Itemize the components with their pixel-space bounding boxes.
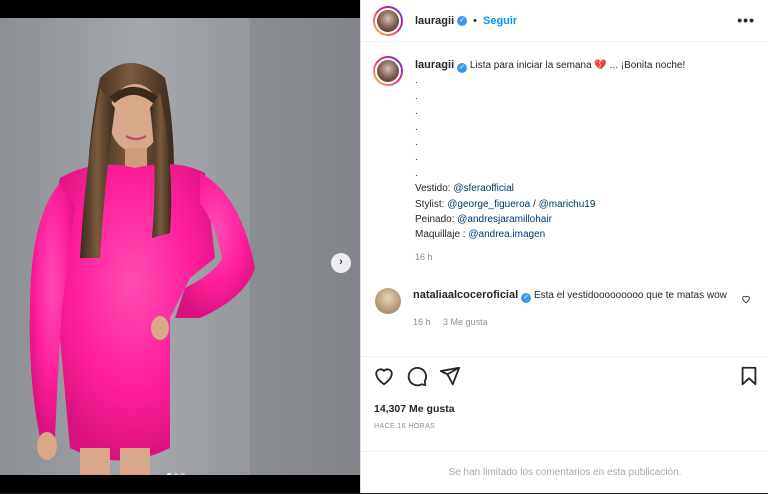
author-avatar[interactable] (373, 5, 403, 36)
mention-link[interactable]: @andresjaramillohair (457, 214, 552, 225)
comment-meta: 16 h 3 Me gusta (413, 317, 743, 327)
post-side-panel: lauragii ✓ • Seguir ••• lauragii ✓ Lista … (360, 0, 768, 493)
verified-icon: ✓ (457, 15, 468, 26)
credit-label: Maquillaje : (415, 229, 469, 241)
credit-peinado: Peinado: @andresjaramillohair (415, 212, 685, 227)
backdrop-bottom (0, 475, 360, 493)
follow-button[interactable]: Seguir (483, 15, 517, 27)
mention-link[interactable]: @george_figueroa (447, 199, 530, 210)
commenter-username[interactable]: nataliaalcoceroficial (413, 289, 518, 301)
comments-limited-notice: Se han limitado los comentarios en esta … (361, 451, 768, 493)
caption-line1-end: ... ¡Bonita noche! (606, 60, 686, 71)
caption-dot: . (415, 167, 418, 179)
comment-icon[interactable] (406, 365, 428, 387)
commenter-avatar[interactable] (375, 288, 401, 314)
likes-count[interactable]: 14,307 Me gusta (374, 403, 455, 415)
mention-link[interactable]: @sferaofficial (453, 183, 514, 194)
caption-username[interactable]: lauragii (415, 59, 454, 71)
credit-label: Vestido: (415, 183, 454, 195)
post-header: lauragii ✓ • Seguir ••• (361, 0, 768, 42)
credit-label: Peinado: (415, 214, 458, 226)
more-icon[interactable]: ••• (737, 12, 755, 28)
caption-time[interactable]: 16 h (415, 250, 685, 265)
author-username[interactable]: lauragii (415, 15, 454, 27)
caption-text: lauragii ✓ Lista para iniciar la semana 💔… (415, 56, 685, 265)
caption: lauragii ✓ Lista para iniciar la semana 💔… (373, 56, 753, 265)
verified-icon: ✓ (521, 293, 532, 303)
credit-maquillaje: Maquillaje : @andrea.imagen (415, 227, 685, 242)
broken-heart-emoji: 💔 (594, 60, 607, 71)
verified-icon: ✓ (457, 63, 468, 73)
mention-link[interactable]: @marichu19 (539, 199, 596, 210)
post-timeago[interactable]: HACE 16 HORAS (374, 423, 435, 430)
photo-illustration (0, 18, 360, 475)
action-bar (361, 356, 768, 396)
caption-line1: Lista para iniciar la semana (469, 60, 592, 71)
separator-dot: • (473, 14, 477, 27)
mention-link[interactable]: @andrea.imagen (468, 229, 545, 240)
caption-dot: . (415, 75, 418, 87)
comment-likes[interactable]: 3 Me gusta (443, 317, 488, 327)
caption-avatar[interactable] (373, 56, 403, 86)
comment-time[interactable]: 16 h (413, 317, 431, 327)
caption-dot: . (415, 121, 418, 133)
comment-body: Esta el vestidooooooooo que te matas wow (533, 290, 727, 301)
credit-label: Stylist: (415, 198, 448, 210)
caption-dot: . (415, 106, 418, 118)
caption-dot: . (415, 90, 418, 102)
carousel-next-button[interactable]: › (331, 253, 351, 273)
heart-icon[interactable] (741, 294, 751, 307)
heart-icon[interactable] (373, 365, 395, 387)
chevron-right-icon: › (339, 256, 343, 268)
share-icon[interactable] (439, 365, 461, 387)
post-image[interactable]: › (0, 18, 360, 475)
post-modal: › lauragii ✓ • Seguir ••• lauragii ✓ List… (0, 0, 768, 493)
backdrop-top (0, 0, 360, 18)
credit-separator: / (530, 198, 539, 210)
credit-stylist: Stylist: @george_figueroa / @marichu19 (415, 197, 685, 212)
comment-item: nataliaalcoceroficial ✓ Esta el vestidooo… (375, 288, 759, 327)
bookmark-icon[interactable] (738, 365, 760, 387)
caption-dot: . (415, 152, 418, 164)
credit-vestido: Vestido: @sferaofficial (415, 181, 685, 196)
comment-text: nataliaalcoceroficial ✓ Esta el vestidooo… (413, 288, 743, 303)
caption-dot: . (415, 137, 418, 149)
